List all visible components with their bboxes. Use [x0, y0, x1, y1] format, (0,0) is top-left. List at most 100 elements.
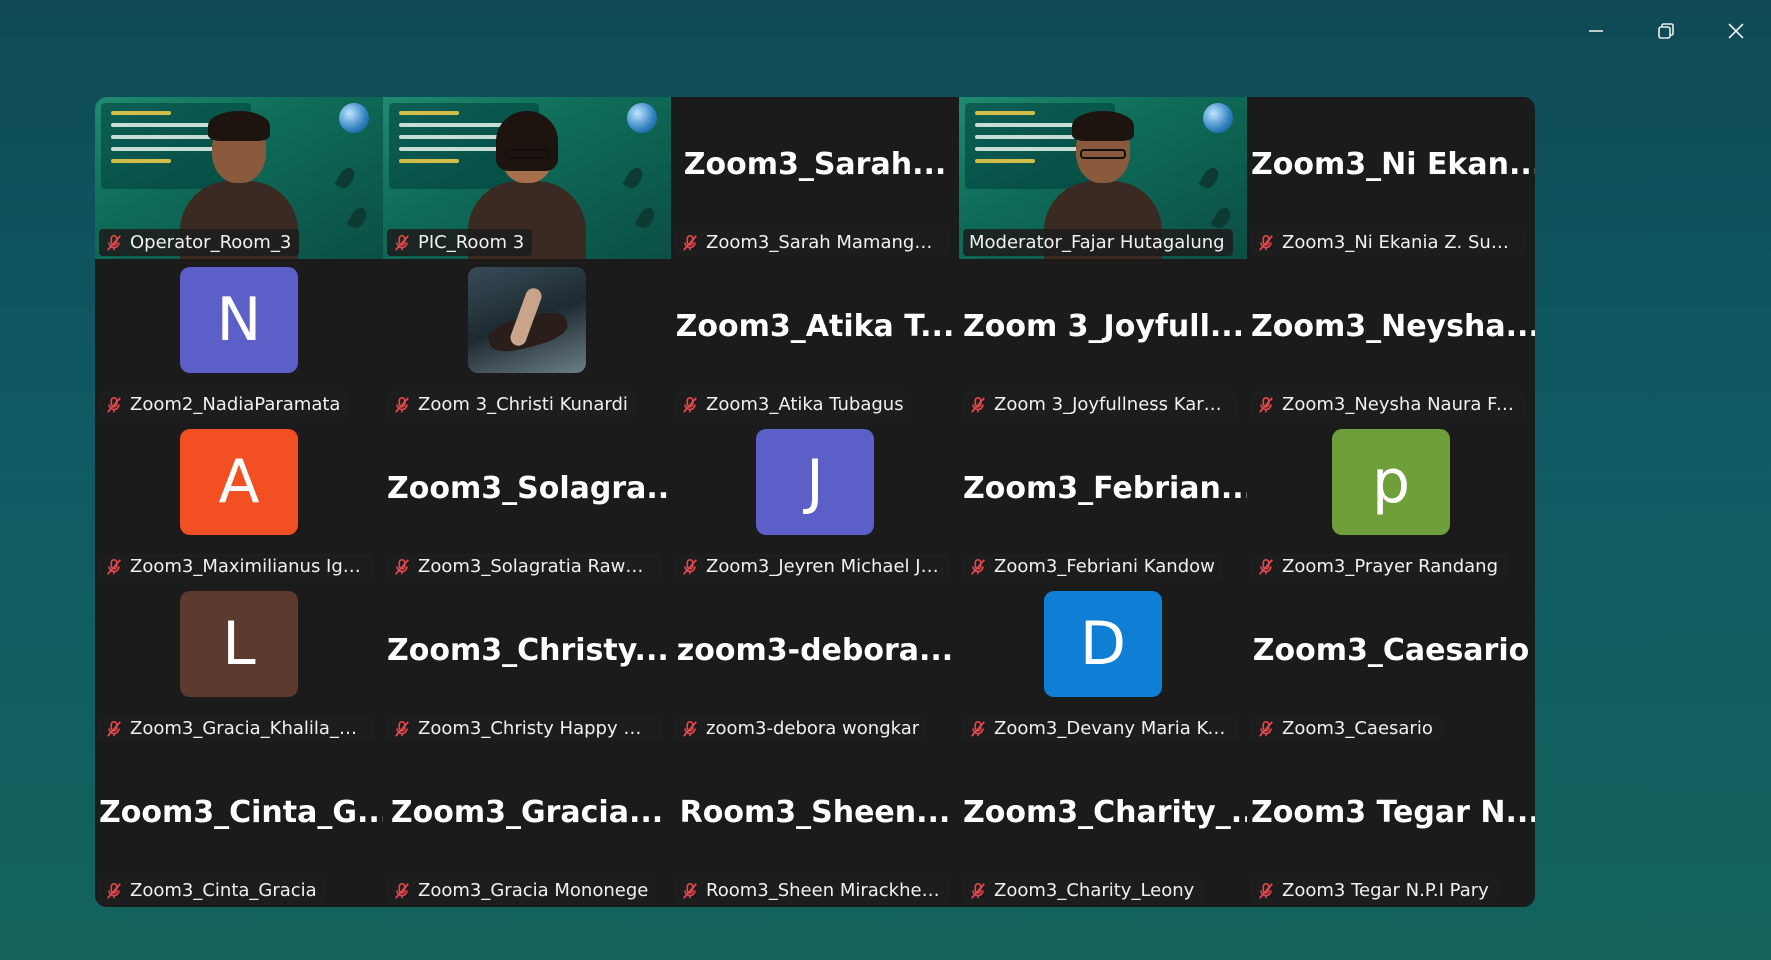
participant-tile[interactable]: Zoom3_Ni Ekan... Zoom3_Ni Ekania Z. Sukan… — [1247, 97, 1535, 259]
participant-name: Zoom3 Tegar N.P.I Pary — [1282, 880, 1489, 901]
participant-display-name: zoom3-debora... — [676, 633, 954, 668]
mic-muted-icon — [1259, 396, 1273, 413]
mic-muted-icon — [683, 234, 697, 251]
participant-tile[interactable]: A Zoom3_Maximilianus Ignati... — [95, 421, 383, 583]
participant-name-label: Zoom3_Jeyren Michael Josu... — [675, 553, 949, 580]
participant-tile[interactable]: L Zoom3_Gracia_Khalila_Lutfi... — [95, 583, 383, 745]
participant-name: Zoom3_Ni Ekania Z. Sukanta — [1282, 232, 1517, 253]
participant-display-name: Zoom 3_Joyfull... — [963, 309, 1245, 344]
participant-display-name: Zoom3_Christy... — [387, 633, 669, 668]
globe-graphic — [339, 103, 369, 133]
participant-tile[interactable]: Zoom3_Caesario Zoom3_Caesario — [1247, 583, 1535, 745]
close-button[interactable] — [1701, 14, 1771, 48]
participant-name: Zoom3_Atika Tubagus — [706, 394, 904, 415]
participant-name: Zoom 3_Joyfullness Karunde... — [994, 394, 1229, 415]
mic-muted-icon — [107, 558, 121, 575]
participant-tile[interactable]: Room3_Sheen... Room3_Sheen Mirackhel Bu..… — [671, 745, 959, 907]
participant-name: Zoom3_Gracia_Khalila_Lutfi... — [130, 718, 365, 739]
participant-display-name: Zoom3_Gracia... — [390, 795, 664, 830]
minimize-icon — [1589, 30, 1603, 32]
participant-tile[interactable]: Zoom3_Charity_... Zoom3_Charity_Leony — [959, 745, 1247, 907]
participant-tile[interactable]: Zoom3 Tegar N.... Zoom3 Tegar N.P.I Pary — [1247, 745, 1535, 907]
participant-name: zoom3-debora wongkar — [706, 718, 920, 739]
participant-tile[interactable]: Zoom3_Cinta_G... Zoom3_Cinta_Gracia — [95, 745, 383, 907]
participant-display-name: Zoom3_Caesario — [1252, 633, 1530, 668]
participant-display-name: Zoom3_Febrian... — [963, 471, 1247, 506]
participant-tile[interactable]: Zoom3_Atika T... Zoom3_Atika Tubagus — [671, 259, 959, 421]
mic-muted-icon — [971, 882, 985, 899]
participant-name-label: Zoom 3_Christi Kunardi — [387, 391, 636, 418]
participant-tile[interactable]: Zoom 3_Joyfull... Zoom 3_Joyfullness Karu… — [959, 259, 1247, 421]
participant-tile[interactable]: Operator_Room_3 — [95, 97, 383, 259]
participant-name-label: Room3_Sheen Mirackhel Bu... — [675, 877, 949, 904]
participant-display-name: Zoom3_Atika T... — [675, 309, 955, 344]
participant-name: Room3_Sheen Mirackhel Bu... — [706, 880, 941, 901]
participant-name: Zoom3_Jeyren Michael Josu... — [706, 556, 941, 577]
participant-name: PIC_Room 3 — [418, 232, 525, 253]
mic-muted-icon — [683, 720, 697, 737]
participant-grid: Operator_Room_3 PIC_Room 3 Zoom3_Sarah... Z… — [95, 97, 1535, 907]
participant-name: Zoom 3_Christi Kunardi — [418, 394, 628, 415]
participant-name: Zoom3_Sarah Mamangkey — [706, 232, 941, 253]
participant-display-name: Zoom3_Charity_... — [963, 795, 1247, 830]
participant-name-label: PIC_Room 3 — [387, 229, 533, 256]
participant-display-name: Zoom3 Tegar N.... — [1251, 795, 1535, 830]
participant-name-label: Zoom3_Caesario — [1251, 715, 1441, 742]
mic-muted-icon — [107, 234, 121, 251]
avatar: A — [180, 429, 298, 535]
participant-tile[interactable]: Zoom3_Solagra... Zoom3_Solagratia Rawung — [383, 421, 671, 583]
window-controls — [1561, 14, 1771, 48]
leaf-graphic — [346, 204, 370, 232]
participant-tile[interactable]: zoom3-debora... zoom3-debora wongkar — [671, 583, 959, 745]
participant-display-name: Zoom3_Cinta_G... — [99, 795, 383, 830]
leaf-graphic — [334, 164, 358, 192]
mic-muted-icon — [683, 882, 697, 899]
mic-muted-icon — [1259, 882, 1273, 899]
participant-name-label: Zoom3_Maximilianus Ignati... — [99, 553, 373, 580]
participant-display-name: Room3_Sheen... — [679, 795, 951, 830]
restore-button[interactable] — [1631, 14, 1701, 48]
participant-name-label: Zoom3_Solagratia Rawung — [387, 553, 661, 580]
participant-display-name: Zoom3_Ni Ekan... — [1251, 147, 1535, 182]
participant-tile[interactable]: Zoom3_Christy... Zoom3_Christy Happy Weol — [383, 583, 671, 745]
minimize-button[interactable] — [1561, 14, 1631, 48]
mic-muted-icon — [395, 720, 409, 737]
avatar: L — [180, 591, 298, 697]
participant-tile[interactable]: J Zoom3_Jeyren Michael Josu... — [671, 421, 959, 583]
mic-muted-icon — [971, 396, 985, 413]
avatar: J — [756, 429, 874, 535]
avatar: N — [180, 267, 298, 373]
mic-muted-icon — [1259, 720, 1273, 737]
mic-muted-icon — [395, 558, 409, 575]
participant-tile[interactable]: Moderator_Fajar Hutagalung — [959, 97, 1247, 259]
participant-tile[interactable]: Zoom3_Neysha... Zoom3_Neysha Naura Fatta … — [1247, 259, 1535, 421]
participant-name: Zoom3_Devany Maria Kojon... — [994, 718, 1229, 739]
avatar: p — [1332, 429, 1450, 535]
participant-tile[interactable]: N Zoom2_NadiaParamata — [95, 259, 383, 421]
participant-name: Zoom3_Maximilianus Ignati... — [130, 556, 365, 577]
restore-icon — [1658, 23, 1674, 39]
participant-tile[interactable]: Zoom3_Gracia... Zoom3_Gracia Mononege — [383, 745, 671, 907]
participant-name-label: Zoom3_Febriani Kandow — [963, 553, 1223, 580]
participant-tile[interactable]: D Zoom3_Devany Maria Kojon... — [959, 583, 1247, 745]
participant-name: Zoom3_Christy Happy Weol — [418, 718, 653, 739]
participant-name-label: Zoom3_Sarah Mamangkey — [675, 229, 949, 256]
participant-tile[interactable]: PIC_Room 3 — [383, 97, 671, 259]
participant-tile[interactable]: Zoom3_Sarah... Zoom3_Sarah Mamangkey — [671, 97, 959, 259]
participant-name: Zoom3_Neysha Naura Fatta ... — [1282, 394, 1517, 415]
participant-tile[interactable]: Zoom3_Febrian... Zoom3_Febriani Kandow — [959, 421, 1247, 583]
avatar-photo — [468, 267, 586, 373]
participant-name: Moderator_Fajar Hutagalung — [969, 232, 1225, 253]
mic-muted-icon — [683, 396, 697, 413]
leaf-graphic — [1210, 204, 1234, 232]
participant-name-label: Zoom3_Gracia Mononege — [387, 877, 657, 904]
participant-tile[interactable]: p Zoom3_Prayer Randang — [1247, 421, 1535, 583]
participant-name-label: Zoom3_Christy Happy Weol — [387, 715, 661, 742]
mic-muted-icon — [107, 720, 121, 737]
participant-name: Zoom3_Gracia Mononege — [418, 880, 649, 901]
participant-name-label: Zoom3_Prayer Randang — [1251, 553, 1506, 580]
participant-name: Zoom3_Febriani Kandow — [994, 556, 1215, 577]
participant-tile[interactable]: Zoom 3_Christi Kunardi — [383, 259, 671, 421]
mic-muted-icon — [395, 234, 409, 251]
participant-name: Zoom3_Charity_Leony — [994, 880, 1195, 901]
